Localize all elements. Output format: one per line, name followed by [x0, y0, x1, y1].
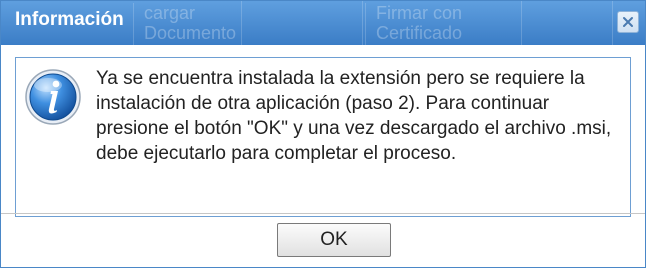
ribbon-item-firmar-con-certificado: Firmar con Certificado — [365, 3, 526, 45]
ribbon-item-cargar-documento: cargar Documento — [133, 3, 244, 45]
message-panel: Ya se encuentra instalada la extensión p… — [15, 57, 631, 217]
info-icon — [25, 69, 81, 125]
footer-divider — [1, 213, 645, 214]
dialog-title: Información — [15, 9, 124, 30]
ribbon-separator — [241, 1, 363, 45]
dialog-titlebar[interactable]: cargar Documento Firmar con Certificado … — [1, 1, 645, 45]
close-button[interactable] — [617, 11, 639, 33]
dialog-message: Ya se encuentra instalada la extensión p… — [96, 68, 612, 164]
ok-button[interactable]: OK — [277, 223, 391, 257]
close-icon — [623, 17, 633, 27]
ribbon-separator — [521, 1, 613, 45]
info-dialog: cargar Documento Firmar con Certificado … — [0, 0, 646, 268]
